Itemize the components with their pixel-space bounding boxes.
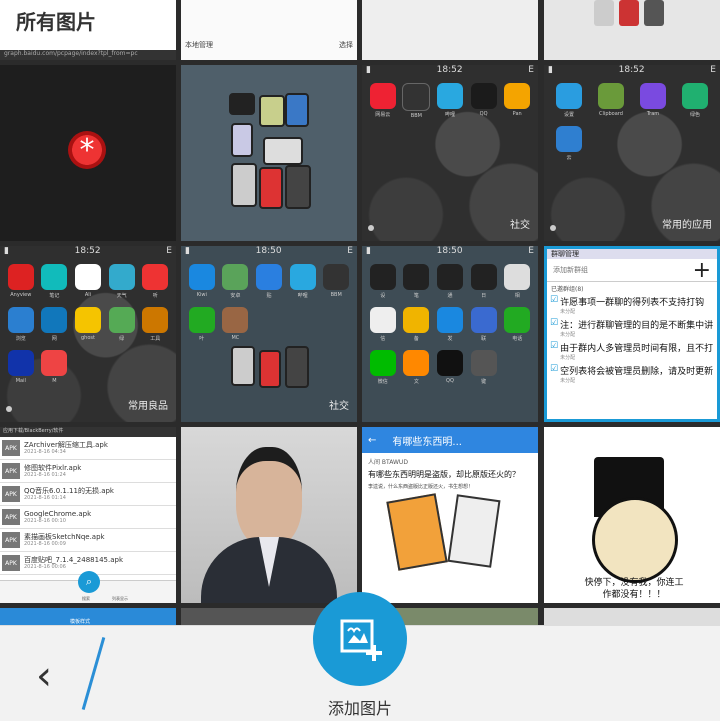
- url-bar: graph.baidu.com/pcpage/index?tpl_from=pc: [0, 50, 176, 60]
- photo-thumb-19[interactable]: [544, 608, 720, 625]
- status-time: 18:52: [618, 65, 645, 75]
- file-name: GoogleChrome.apk: [24, 510, 92, 518]
- group-item: 许愿事项一群聊的得列表不支持打钩: [560, 298, 705, 308]
- file-name: 素描画板SketchNqe.apk: [24, 533, 105, 541]
- status-time: 18:50: [436, 246, 463, 256]
- apk-icon: APK: [2, 509, 20, 525]
- apk-icon: APK: [2, 463, 20, 479]
- status-time: 18:50: [255, 246, 282, 256]
- meme-face: [592, 497, 678, 583]
- chevron-left-icon[interactable]: ‹: [36, 656, 52, 696]
- photo-thumb-1[interactable]: 本地管理 选择: [181, 0, 357, 60]
- group-item: 由于群内人多管理员时间有限，且不打: [560, 344, 714, 354]
- group-item: 空列表将会被管理员删除，请及时更新: [560, 367, 714, 377]
- cartoon-books: [386, 493, 448, 571]
- photo-thumb-5[interactable]: [181, 65, 357, 241]
- photo-thumb-7[interactable]: ▮ 18:52 E 设置 Clipboard Tram 绿色 云 常用的应用: [544, 65, 720, 241]
- photo-thumb-12[interactable]: 应用下载/BlackBerry/软件 APK ZArchiver解压缩工具.apk…: [0, 427, 176, 603]
- file-name: 百度贴吧_7.1.4_2488145.apk: [24, 556, 123, 564]
- group-item: 注：进行群聊管理的目的是不断集中讲: [560, 321, 714, 331]
- apk-icon: APK: [2, 532, 20, 548]
- group-section: 已邀群组(8): [551, 286, 584, 293]
- file-name: QQ音乐6.0.1.11的无损.apk: [24, 487, 114, 495]
- search-icon: ⌕: [78, 571, 100, 593]
- apk-icon: APK: [2, 555, 20, 571]
- add-image-icon: [340, 619, 382, 661]
- file-name: 修图软件Pixlr.apk: [24, 464, 82, 472]
- caption-text: 李逵说，什么东西盗版比正版还火，书生想想！: [368, 484, 474, 490]
- dock-label-social: 社交: [510, 220, 530, 231]
- photo-thumb-9[interactable]: ▮ 18:50 E Kiwi 安卓 贴 哔哩 BBM 叶 MC 社交: [181, 246, 357, 422]
- photo-thumb-3[interactable]: [544, 0, 720, 60]
- photo-thumb-4[interactable]: *: [0, 65, 176, 241]
- status-time: 18:52: [436, 65, 463, 75]
- file-path: 应用下载/BlackBerry/软件: [0, 427, 176, 437]
- photo-thumb-14[interactable]: ← 有哪些东西明... 人间 BTAWUD 有哪些东西明明是盗版，却比原版还火的…: [362, 427, 538, 603]
- plus-icon: +: [692, 257, 711, 283]
- photo-thumb-11[interactable]: 群聊管理 添加新群组 + 已邀群组(8) ☑ 许愿事项一群聊的得列表不支持打钩未…: [544, 246, 720, 422]
- photo-thumb-2[interactable]: [362, 0, 538, 60]
- page-title: 所有图片: [16, 10, 96, 34]
- author-name: 人间 BTAWUD: [368, 459, 408, 466]
- choose-label: 选择: [339, 41, 353, 49]
- apk-icon: APK: [2, 486, 20, 502]
- dock-label-social: 社交: [329, 401, 349, 412]
- apk-icon: APK: [2, 440, 20, 456]
- local-manage-label: 本地管理: [185, 41, 213, 49]
- meme-caption: 快停下，没有我，你连工作都没有！！！: [584, 578, 684, 600]
- add-image-label: 添加图片: [327, 699, 392, 718]
- question-text: 有哪些东西明明是盗版，却比原版还火的？: [368, 470, 520, 479]
- check-icon: ☑: [550, 364, 559, 374]
- article-title: 有哪些东西明...: [392, 436, 462, 448]
- dock-label-apps: 常用的应用: [662, 220, 712, 231]
- portrait-head: [236, 447, 302, 547]
- group-search: 添加新群组: [553, 266, 588, 274]
- status-time: 18:52: [74, 246, 101, 256]
- back-arrow-icon: ←: [368, 434, 377, 446]
- file-name: ZArchiver解压缩工具.apk: [24, 441, 108, 449]
- asterisk-icon: *: [68, 131, 106, 169]
- add-image-button[interactable]: [313, 592, 407, 686]
- photo-thumb-10[interactable]: ▮ 18:50 E 设 笔 通 日 相 信 备 发 联 电话 微信 文 QQ 键: [362, 246, 538, 422]
- photo-thumb-13[interactable]: [181, 427, 357, 603]
- photo-thumb-6[interactable]: ▮ 18:52 E 网易云 BBM 哔哩 QQ Pan 社交: [362, 65, 538, 241]
- check-icon: ☑: [550, 318, 559, 328]
- photo-thumb-16[interactable]: 模板样式: [0, 608, 176, 625]
- dock-label-good: 常用良品: [128, 401, 168, 412]
- photo-grid: graph.baidu.com/pcpage/index?tpl_from=pc…: [0, 0, 720, 625]
- check-icon: ☑: [550, 295, 559, 305]
- photo-thumb-8[interactable]: ▮ 18:52 E Anyview 笔记 Ali 天气 听 浏览 网 ghost 绿…: [0, 246, 176, 422]
- group-header: 群聊管理: [547, 249, 717, 259]
- photo-thumb-15[interactable]: 快停下，没有我，你连工作都没有！！！: [544, 427, 720, 603]
- check-icon: ☑: [550, 341, 559, 351]
